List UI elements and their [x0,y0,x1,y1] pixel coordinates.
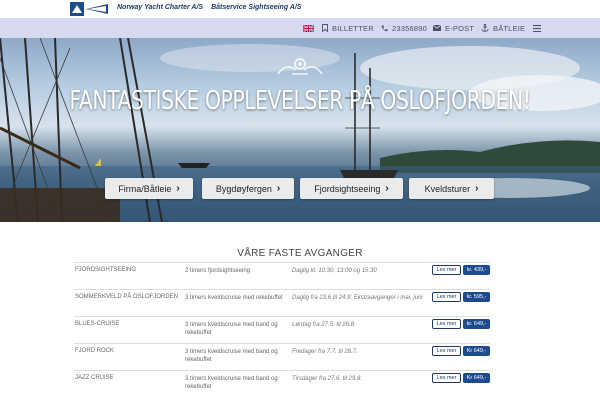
nav-tickets[interactable]: BILLETTER [322,18,374,38]
trip-description: 3 timers kveldscruise med band og rekebu… [185,376,278,390]
nav-email-label: E-POST [445,23,475,33]
hero-banner: FANTASTISKE OPPLEVELSER PÅ OSLOFJORDEN! … [0,38,600,222]
trip-schedule: Lørdag fra 27.5. til 26.8. [292,322,356,328]
nav-phone-label: 23356890 [392,23,427,33]
read-more-button[interactable]: Les mer [432,346,461,356]
hero-button-company-rental[interactable]: Firma/Båtleie › [105,178,193,199]
price-button[interactable]: kr. 649,- [463,319,490,329]
hero-button-label: Kveldsturer [424,183,471,194]
nav-tickets-label: BILLETTER [332,23,374,33]
chevron-right-icon: › [385,183,389,194]
company-name-1: Norway Yacht Charter A/S [117,4,204,11]
table-row: FJORDSIGHTSEEING 2 timers fjordsightseei… [74,262,490,289]
brand-bar: Norway Yacht Charter A/S Båtservice Sigh… [0,0,600,18]
envelope-icon [433,25,441,31]
hero-title: FANTASTISKE OPPLEVELSER PÅ OSLOFJORDEN! [69,86,531,116]
company-name-2: Båtservice Sightseeing A/S [211,4,302,11]
hero-button-evening-trips[interactable]: Kveldsturer › [409,178,494,199]
departures-table: FJORDSIGHTSEEING 2 timers fjordsightseei… [74,262,490,397]
trip-schedule: Fredager fra 7.7. til 28.7. [292,349,358,355]
anchor-icon [481,24,489,32]
table-row: FJORD ROCK 3 timers kveldscruise med ban… [74,343,490,370]
chevron-right-icon: › [276,183,281,194]
trip-description: 3 timers kveldscruise med band og rekebu… [185,349,278,363]
hamburger-icon[interactable] [533,24,541,32]
trip-description: 2 timers fjordsightseeing [185,268,251,274]
phone-icon [381,25,388,32]
trip-name: SOMMERKVELD PÅ OSLOFJORDEN [75,294,179,300]
price-button[interactable]: kr. 595,- [463,292,490,302]
price-button[interactable]: Kr 649,- [463,373,490,383]
chevron-right-icon: › [176,183,180,194]
hero-button-label: Firma/Båtleie [118,183,172,194]
price-button[interactable]: Kr 649,- [463,346,490,356]
language-switch[interactable] [303,18,314,38]
read-more-button[interactable]: Les mer [432,265,461,275]
hero-button-bygdoy-ferry[interactable]: Bygdøyfergen › [202,178,294,199]
trip-name: JAZZ CRUISE [75,375,114,381]
trip-schedule: Daglig kl. 10:30, 13:00 og 15:30 [292,268,377,274]
menu-button[interactable] [533,18,541,38]
nav-boat-rental[interactable]: BÅTLEIE [481,18,525,38]
departures-heading: VÅRE FASTE AVGANGER [237,248,363,259]
read-more-button[interactable]: Les mer [432,373,461,383]
table-row: JAZZ CRUISE 3 timers kveldscruise med ba… [74,370,490,397]
read-more-button[interactable]: Les mer [432,292,461,302]
table-row: SOMMERKVELD PÅ OSLOFJORDEN 3 timers kvel… [74,289,490,316]
read-more-button[interactable]: Les mer [432,319,461,329]
uk-flag-icon[interactable] [303,24,314,32]
trip-name: FJORDSIGHTSEEING [75,267,137,273]
trip-schedule: Daglig fra 23.6 til 24.9; Ekstraavganger… [292,295,423,301]
decorative-crown-emblem [277,58,323,75]
hero-button-label: Bygdøyfergen [215,183,272,194]
nav-boat-rental-label: BÅTLEIE [493,23,526,33]
bookmark-icon [322,24,328,32]
nav-phone[interactable]: 23356890 [381,18,427,38]
trip-description: 3 timers kveldscruise med rekebuffet [185,295,283,301]
brand-names: Norway Yacht Charter A/S Båtservice Sigh… [117,4,307,11]
trip-name: BLUES-CRUISE [75,321,120,327]
company-logo[interactable] [70,2,110,16]
chevron-right-icon: › [475,183,479,194]
price-button[interactable]: kr. 439,- [463,265,490,275]
hero-button-label: Fjordsightseeing [314,183,381,194]
nav-email[interactable]: E-POST [433,18,474,38]
trip-description: 3 timers kveldscruise med band og rekebu… [185,322,278,336]
table-row: BLUES-CRUISE 3 timers kveldscruise med b… [74,316,490,343]
hero-button-fjord-sightseeing[interactable]: Fjordsightseeing › [300,178,403,199]
trip-schedule: Tirsdager fra 27.6. til 29.8. [292,376,362,382]
top-nav: BILLETTER 23356890 E-POST BÅTLEIE [0,18,600,38]
trip-name: FJORD ROCK [75,348,114,354]
